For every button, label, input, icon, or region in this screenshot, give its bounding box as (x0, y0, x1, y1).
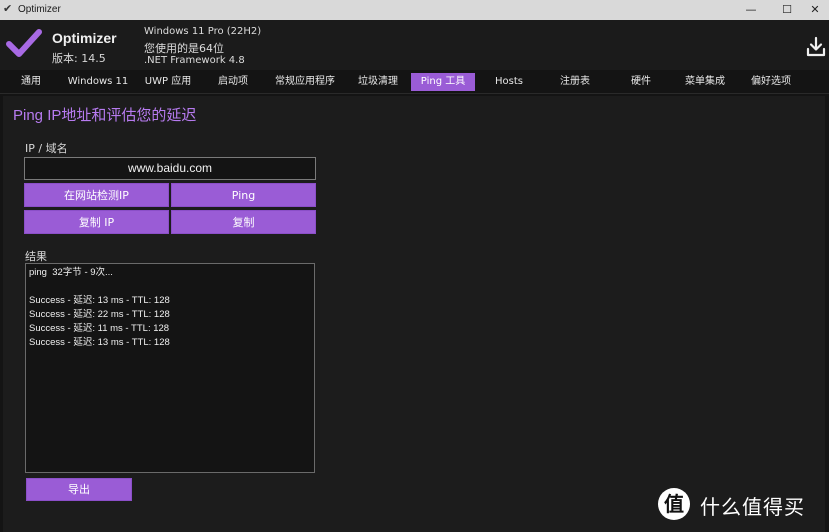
tab-menu-integration[interactable]: 菜单集成 (676, 73, 734, 91)
tab-bar: 通用 Windows 11 UWP 应用 启动项 常规应用程序 垃圾清理 Pin… (0, 70, 829, 94)
result-line: Success - 延迟: 11 ms - TTL: 128 (29, 323, 170, 334)
app-version: 版本: 14.5 (52, 52, 106, 65)
tab-general[interactable]: 通用 (8, 73, 54, 91)
watermark-text: 什么值得买 (700, 495, 805, 519)
minimize-button[interactable]: — (733, 0, 769, 20)
ip-input[interactable]: www.baidu.com (24, 157, 316, 180)
check-ip-on-site-button[interactable]: 在网站检测IP (24, 183, 169, 207)
export-button[interactable]: 导出 (26, 478, 132, 501)
result-label: 结果 (25, 250, 47, 263)
tab-windows11[interactable]: Windows 11 (62, 73, 134, 91)
framework-info: .NET Framework 4.8 (144, 55, 245, 66)
result-line (29, 280, 311, 294)
result-line: Success - 延迟: 13 ms - TTL: 128 (29, 295, 170, 306)
os-info: Windows 11 Pro (22H2) (144, 26, 262, 37)
logo-checkmark-icon (6, 29, 42, 57)
tab-common-apps[interactable]: 常规应用程序 (266, 73, 344, 91)
result-textarea[interactable]: ping 32字节 - 9次... Success - 延迟: 13 ms - … (25, 263, 315, 473)
ping-panel: Ping IP地址和评估您的延迟 IP / 域名 www.baidu.com 在… (3, 96, 825, 532)
tab-uwp[interactable]: UWP 应用 (138, 73, 198, 91)
watermark: 值 什么值得买 (656, 486, 826, 522)
tab-hosts[interactable]: Hosts (482, 73, 536, 91)
tab-divider (0, 93, 829, 94)
page-title: Ping IP地址和评估您的延迟 (13, 107, 197, 124)
app-name: Optimizer (52, 30, 117, 46)
copy-button[interactable]: 复制 (171, 210, 316, 234)
checkmark-icon: ✔ (3, 2, 13, 15)
arch-info: 您使用的是64位 (144, 42, 224, 55)
tab-ping[interactable]: Ping 工具 (411, 73, 475, 91)
app-header: Optimizer 版本: 14.5 Windows 11 Pro (22H2)… (0, 20, 829, 70)
tab-hardware[interactable]: 硬件 (614, 73, 668, 91)
tab-cleanup[interactable]: 垃圾清理 (350, 73, 406, 91)
watermark-badge: 值 (658, 488, 690, 520)
result-line: Success - 延迟: 22 ms - TTL: 128 (29, 309, 170, 320)
tab-startup[interactable]: 启动项 (206, 73, 260, 91)
ping-button[interactable]: Ping (171, 183, 316, 207)
result-line: ping 32字节 - 9次... (29, 267, 113, 278)
copy-ip-button[interactable]: 复制 IP (24, 210, 169, 234)
close-button[interactable]: ✕ (797, 0, 829, 20)
title-bar: ✔ Optimizer — ☐ ✕ (0, 0, 829, 20)
tab-registry[interactable]: 注册表 (548, 73, 602, 91)
ip-label: IP / 域名 (25, 142, 68, 155)
download-icon[interactable] (806, 36, 826, 58)
window-title: Optimizer (18, 4, 61, 15)
result-line: Success - 延迟: 13 ms - TTL: 128 (29, 337, 170, 348)
tab-preferences[interactable]: 偏好选项 (742, 73, 800, 91)
